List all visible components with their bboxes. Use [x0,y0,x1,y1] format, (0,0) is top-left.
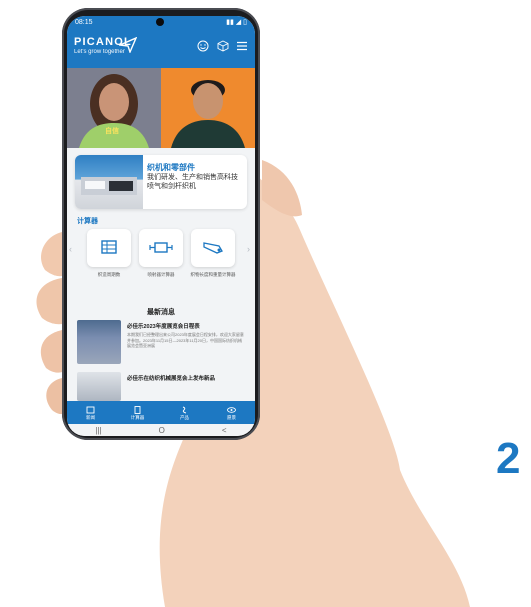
card-title: 织机和零部件 [147,163,195,172]
spreadsheet-icon [101,240,117,254]
calculator-section-title: 计算器 [77,218,98,225]
product-icon [182,406,187,413]
menu-icon[interactable] [236,40,248,52]
news-item[interactable]: 必佳乐2023年度展览会日程表 本期我们已经整理出来公司2023年度展会日程安排… [77,320,247,368]
hero-photo-man [161,68,255,148]
app-header: PICANOL Let's grow together [67,28,255,68]
calculator-icon [134,405,141,414]
chevron-right-icon[interactable]: › [247,244,250,254]
news-section-title: 最新消息 [147,309,175,316]
smiley-icon[interactable] [197,40,209,52]
status-icons: ▮▮ ◢ ▯ [226,19,247,26]
card-body: 我们研发、生产和销售高科技喷气和剑杆织机 [147,174,238,190]
slide-number: 2 [496,434,521,483]
news-thumbnail [77,372,121,401]
loom-image [75,155,143,209]
looms-card[interactable]: 织机和零部件 我们研发、生产和销售高科技喷气和剑杆织机 [75,155,247,209]
hero-label: 自信 [105,128,119,135]
app-tagline: Let's grow together [74,49,125,55]
news-headline: 必佳乐2023年度展览会日程表 [127,324,200,330]
recent-apps-button[interactable]: ||| [95,426,101,435]
eye-icon [227,406,236,413]
hero-banner[interactable]: 自信 [67,68,255,148]
tab-vision[interactable]: 愿景 [212,405,252,421]
tab-products-label: 产品 [180,414,189,420]
calculator-tile-1[interactable] [87,229,131,267]
nozzle-icon [203,242,223,254]
bottom-tab-bar: 新闻 计算器 产品 愿景 [67,401,255,424]
hero-photo-woman [67,68,161,148]
news-icon [86,406,95,413]
tab-calculator-label: 计算器 [130,414,145,420]
tab-vision-label: 愿景 [227,414,236,420]
calculator-tile-3[interactable] [191,229,235,267]
tab-news-label: 新闻 [86,414,95,420]
status-time: 08:15 [75,18,93,26]
tension-icon [149,242,173,253]
tab-calculator[interactable]: 计算器 [118,405,158,421]
back-button[interactable]: < [222,426,227,435]
news-headline: 必佳乐在纺织机械展览会上发布新品 [127,376,216,382]
calculator-label-1: 织造周期数 [97,272,121,277]
chevron-left-icon[interactable]: ‹ [69,244,72,254]
calculator-tile-2[interactable] [139,229,183,267]
android-nav-bar: ||| O < [67,424,255,436]
news-excerpt: 本期我们已经整理出来公司2023年度展会日程安排，欢迎大家留意并参加。2023年… [127,332,244,348]
front-camera [156,18,164,26]
calculator-label-2: 喷射器计算器 [147,272,175,277]
calculator-label-3: 织物长度和重量计算器 [190,272,236,277]
news-thumbnail [77,320,121,364]
home-button[interactable]: O [159,426,165,435]
cube-icon[interactable] [217,40,229,52]
tab-news[interactable]: 新闻 [71,405,111,421]
tab-products[interactable]: 产品 [165,405,205,421]
phone-screen: 08:15 ▮▮ ◢ ▯ PICANOL Let's grow together [67,16,255,436]
paper-plane-icon [119,37,137,53]
